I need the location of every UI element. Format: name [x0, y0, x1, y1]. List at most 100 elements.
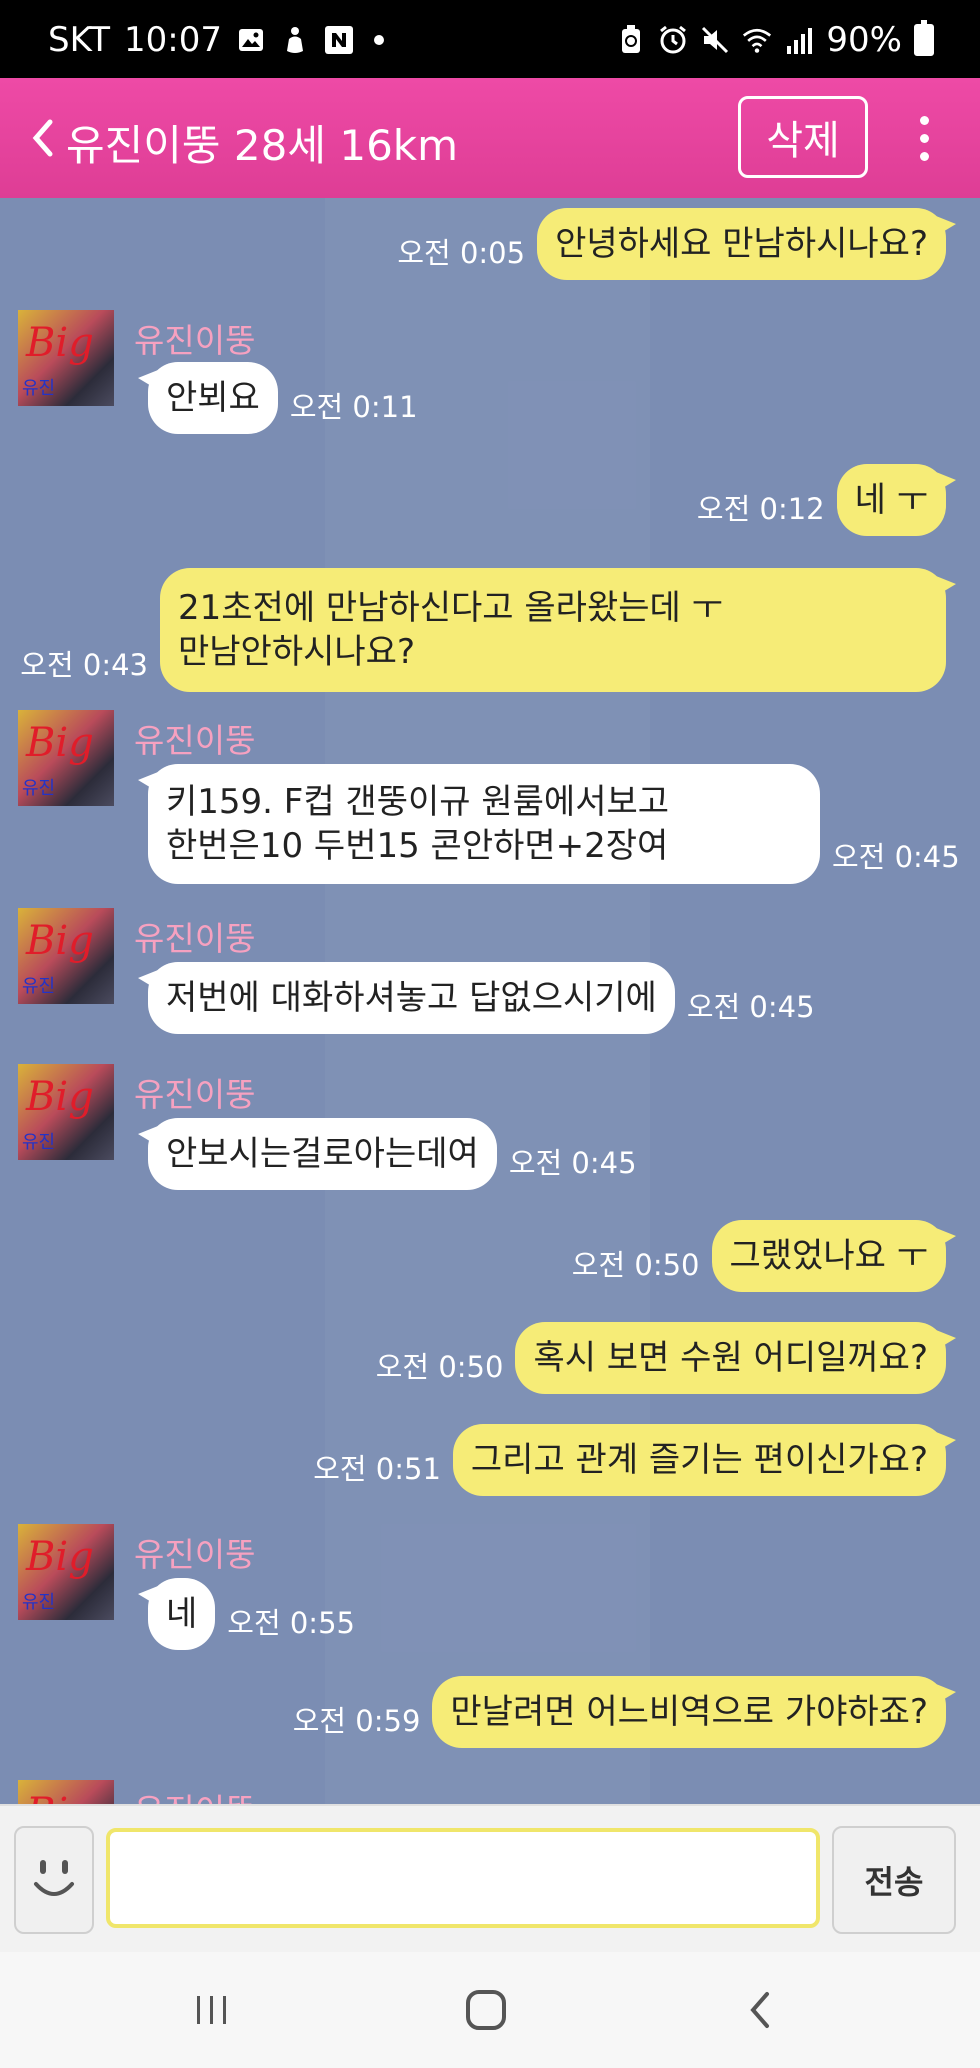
message-time: 오전 0:45 [508, 1146, 637, 1180]
message-time: 오전 0:11 [289, 390, 418, 424]
message-text: 만남안하시나요? [178, 632, 416, 672]
kebab-dot [919, 133, 929, 143]
message-sent: 오전 0:51 그리고 관계 즐기는 편이신가요? [301, 1424, 957, 1496]
home-icon [466, 1990, 506, 2030]
message-time: 오전 0:05 [397, 236, 526, 270]
message-received: Big유진 유진이뚱 [18, 1780, 718, 1804]
message-received: Big 유진 유진이뚱 키159. F컵 갠뚱이규 원룸에서보고 한번은10 두번… [18, 710, 978, 890]
clock: 10:07 [124, 20, 222, 60]
message-text: 네 [166, 1594, 198, 1634]
message-bubble[interactable]: 키159. F컵 갠뚱이규 원룸에서보고 한번은10 두번15 콘안하면+2장여 [138, 764, 820, 884]
carrier-label: SKT [48, 20, 111, 60]
smiley-icon [34, 1860, 74, 1896]
message-text: 저번에 대화하셔놓고 답없으시기에 [166, 978, 657, 1018]
message-bubble[interactable]: 21초전에 만남하신다고 올라왔는데 ㅜ 만남안하시나요? [160, 568, 956, 692]
message-line: 안보시는걸로아는데여 오전 0:45 [138, 1118, 637, 1190]
more-notifications-dot [374, 35, 384, 45]
message-sent: 오전 0:50 그랬었나요 ㅜ [560, 1220, 956, 1292]
message-time: 오전 0:50 [375, 1350, 504, 1384]
message-line: 안뵈요 오전 0:11 [138, 362, 418, 434]
alarm-icon [658, 23, 688, 57]
kebab-dot [919, 151, 929, 161]
avatar[interactable]: Big유진 [18, 1524, 114, 1620]
battery-icon [914, 20, 934, 56]
message-input[interactable] [106, 1828, 820, 1928]
message-bubble[interactable]: 저번에 대화하셔놓고 답없으시기에 [138, 962, 675, 1034]
message-time: 오전 0:55 [227, 1606, 355, 1640]
message-received: Big 유진 유진이뚱 저번에 대화하셔놓고 답없으시기에 오전 0:45 [18, 908, 918, 1048]
message-text: 한번은10 두번15 콘안하면+2장여 [166, 826, 669, 866]
home-button[interactable] [446, 1980, 526, 2040]
recycle-icon [616, 23, 646, 57]
status-bar: SKT 10:07 90% [0, 0, 980, 78]
message-line: 저번에 대화하셔놓고 답없으시기에 오전 0:45 [138, 962, 815, 1034]
image-icon [236, 23, 266, 57]
message-bubble[interactable]: 네 ㅜ [836, 464, 957, 536]
message-time: 오전 0:50 [571, 1248, 700, 1282]
sender-name: 유진이뚱 [134, 1535, 256, 1574]
emoji-button[interactable] [14, 1826, 94, 1934]
avatar[interactable]: Big유진 [18, 1064, 114, 1160]
message-text: 키159. F컵 갠뚱이규 원룸에서보고 [166, 782, 670, 822]
avatar[interactable]: Big유진 [18, 310, 114, 406]
battery-percent: 90% [826, 20, 902, 60]
wifi-icon [742, 23, 772, 57]
naver-icon [324, 23, 354, 57]
chevron-left-icon [32, 119, 53, 157]
message-text: 안보시는걸로아는데여 [166, 1134, 479, 1174]
message-bubble[interactable]: 안보시는걸로아는데여 [138, 1118, 497, 1190]
message-bubble[interactable]: 만날려면 어느비역으로 가야하죠? [432, 1676, 956, 1748]
back-icon [750, 1992, 769, 2028]
send-button[interactable]: 전송 [832, 1826, 956, 1934]
sender-name: 유진이뚱 [134, 721, 256, 760]
message-bubble[interactable]: 네 [137, 1578, 216, 1650]
message-sent: 오전 0:59 만날려면 어느비역으로 가야하죠? [281, 1676, 956, 1748]
message-bubble[interactable]: 그랬었나요 ㅜ [711, 1220, 956, 1292]
sender-name: 유진이뚱 [134, 1075, 256, 1114]
recent-apps-icon [197, 1996, 226, 2024]
message-bubble[interactable]: 혹시 보면 수원 어디일꺼요? [515, 1322, 956, 1394]
message-sent: 오전 0:43 21초전에 만남하신다고 올라왔는데 ㅜ 만남안하시나요? [8, 568, 956, 692]
delete-button[interactable]: 삭제 [738, 96, 868, 178]
avatar[interactable]: Big유진 [18, 710, 114, 806]
message-time: 오전 0:45 [832, 840, 960, 874]
message-bubble[interactable]: 안뵈요 [138, 362, 278, 434]
signal-icon [784, 23, 814, 57]
message-time: 오전 0:12 [696, 492, 825, 526]
message-line: 키159. F컵 갠뚱이규 원룸에서보고 한번은10 두번15 콘안하면+2장여… [138, 764, 960, 884]
message-bubble[interactable]: 그리고 관계 즐기는 편이신가요? [452, 1424, 957, 1496]
message-time: 오전 0:45 [686, 990, 815, 1024]
message-sent: 오전 0:05 안녕하세요 만남하시나요? [385, 208, 956, 280]
message-received: Big 유진 유진이뚱 안뵈요 오전 0:11 [18, 310, 618, 450]
message-text: 21초전에 만남하신다고 올라왔는데 ㅜ [178, 588, 723, 628]
recent-apps-button[interactable] [172, 1980, 252, 2040]
avatar[interactable]: Big유진 [18, 908, 114, 1004]
message-time: 오전 0:51 [313, 1452, 441, 1486]
kebab-menu-icon [919, 115, 929, 125]
message-time: 오전 0:43 [20, 648, 148, 682]
message-sent: 오전 0:50 혹시 보면 수원 어디일꺼요? [364, 1322, 956, 1394]
more-options-button[interactable] [904, 100, 944, 176]
chat-header: 유진이뚱 28세 16km 삭제 [0, 78, 980, 198]
message-line: 네 오전 0:55 [137, 1578, 355, 1650]
status-right: 90% [616, 20, 934, 60]
back-button[interactable] [22, 108, 62, 168]
mute-icon [700, 23, 730, 57]
chat-title: 유진이뚱 28세 16km [66, 121, 459, 170]
chat-area[interactable]: 오전 0:05 안녕하세요 만남하시나요? Big 유진 유진이뚱 안뵈요 오전 … [0, 198, 980, 1804]
message-received: Big 유진 유진이뚱 네 오전 0:55 [18, 1524, 718, 1674]
hand-icon [280, 23, 310, 57]
nav-back-button[interactable] [720, 1980, 800, 2040]
message-received: Big 유진 유진이뚱 안보시는걸로아는데여 오전 0:45 [18, 1064, 918, 1204]
message-time: 오전 0:59 [292, 1704, 421, 1738]
navigation-bar [0, 1952, 980, 2068]
status-left: SKT 10:07 [48, 20, 384, 60]
sender-name: 유진이뚱 [134, 919, 256, 958]
message-sent: 오전 0:12 네 ㅜ [685, 464, 957, 536]
message-bubble[interactable]: 안녕하세요 만남하시나요? [537, 208, 956, 280]
sender-name: 유진이뚱 [134, 1784, 255, 1804]
message-input-bar: 전송 [0, 1804, 980, 1952]
message-text: 안뵈요 [166, 378, 260, 418]
sender-name: 유진이뚱 [134, 321, 256, 360]
avatar[interactable]: Big유진 [18, 1780, 114, 1804]
